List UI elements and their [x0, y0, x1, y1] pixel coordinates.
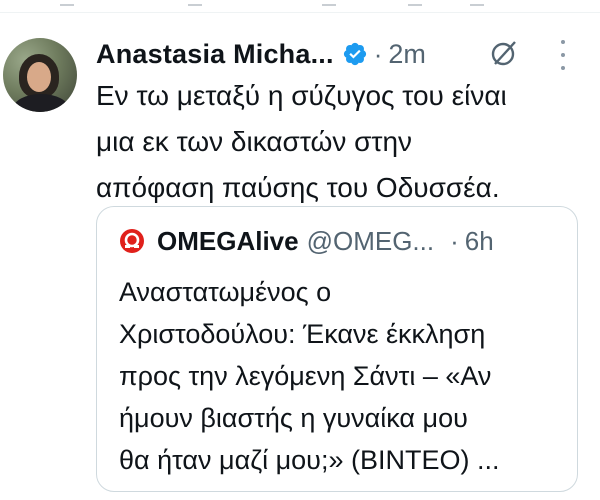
tweet-text-line: μια εκ των δικαστών στην: [96, 126, 413, 157]
tweet-text: Εν τω μεταξύ η σύζυγος του είναι μια εκ …: [96, 73, 586, 211]
separator-dot: ·: [450, 225, 459, 256]
author-name[interactable]: Anastasia Micha...: [96, 39, 334, 70]
quoted-tweet-text: Αναστατωμένος ο Χριστοδούλου: Έκανε έκκλ…: [119, 271, 569, 481]
action-icon[interactable]: [470, 0, 484, 6]
quoted-author-name[interactable]: OMEGAlive: [157, 226, 299, 257]
separator-dot: ·: [373, 38, 383, 69]
quoted-text-line: ήμουν βιαστής η γυναίκα μου: [119, 403, 468, 433]
previous-tweet-action-bar: [0, 0, 600, 13]
tweet-text-line: απόφαση παύσης του Οδυσσέα.: [96, 172, 500, 203]
quoted-timestamp[interactable]: 6h: [465, 226, 494, 257]
action-icon[interactable]: [408, 0, 422, 6]
more-options-icon[interactable]: [553, 40, 573, 70]
tweet-text-line: Εν τω μεταξύ η σύζυγος του είναι: [96, 80, 507, 111]
verified-badge-icon: [343, 42, 366, 66]
action-icon[interactable]: [322, 0, 336, 6]
quoted-text-line: θα ήταν μαζί μου;» (ΒΙΝΤΕΟ) ...: [119, 445, 500, 475]
grok-icon[interactable]: [489, 38, 519, 68]
tweet-timestamp[interactable]: 2m: [388, 39, 426, 70]
action-icon[interactable]: [188, 0, 202, 6]
tweet-header: Anastasia Micha... · 2m: [96, 34, 426, 74]
quoted-author-handle[interactable]: @OMEG...: [307, 226, 435, 257]
quoted-tweet-header: OMEGAlive @OMEG... · 6h: [119, 223, 494, 259]
quoted-text-line: Αναστατωμένος ο: [119, 277, 332, 307]
action-icon[interactable]: [60, 0, 74, 6]
omega-logo-icon: [120, 229, 144, 253]
quoted-tweet-card[interactable]: OMEGAlive @OMEG... · 6h Αναστατωμένος ο …: [96, 206, 578, 492]
quoted-text-line: Χριστοδούλου: Έκανε έκκληση: [119, 319, 486, 349]
avatar[interactable]: [3, 38, 77, 112]
quoted-text-line: προς την λεγόμενη Σάντι – «Αν: [119, 361, 492, 391]
